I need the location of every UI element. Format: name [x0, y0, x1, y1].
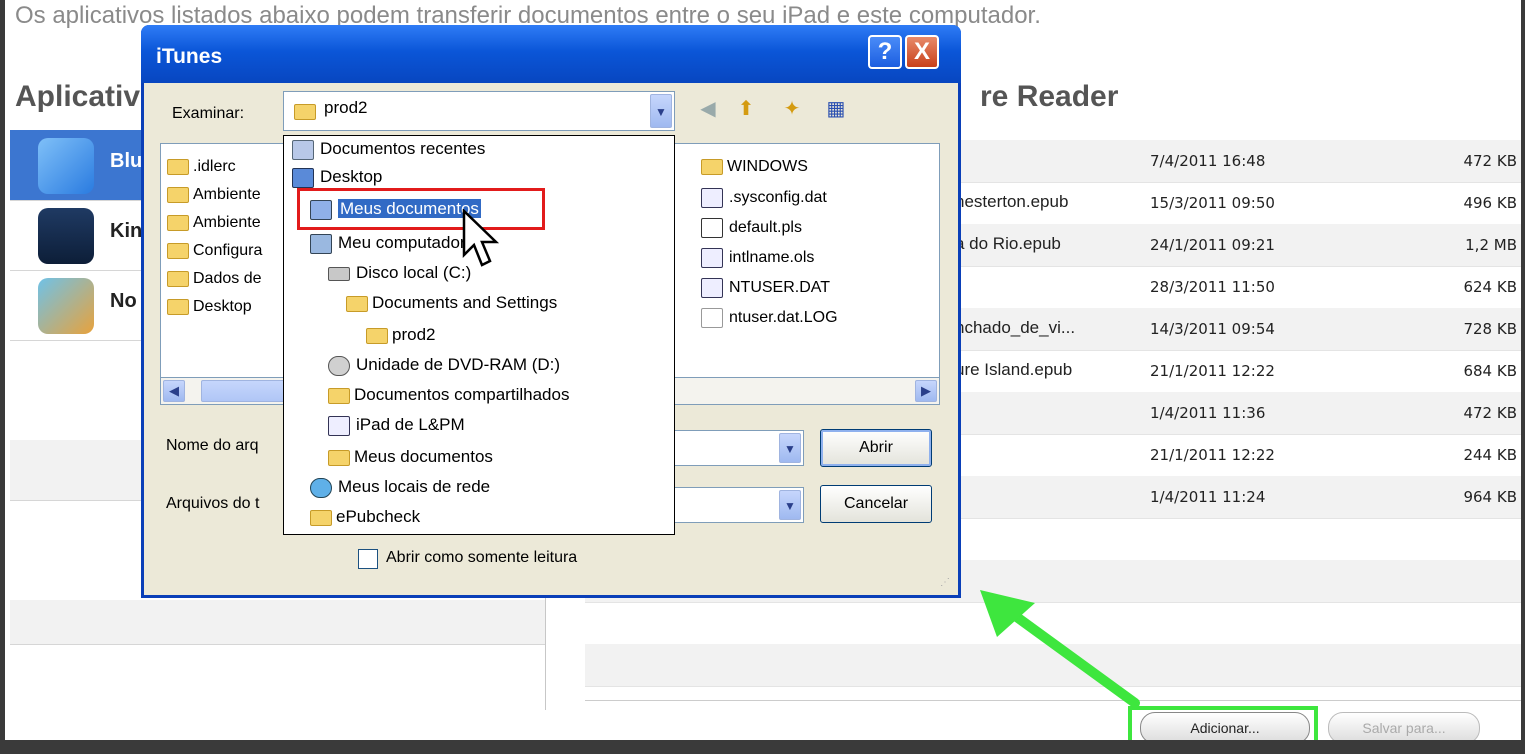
my-computer-icon	[310, 233, 332, 254]
my-documents-highlight	[297, 188, 545, 230]
dropdown-item-my-docs-shared[interactable]: Meus documentos	[328, 444, 493, 470]
folder-icon	[294, 104, 316, 120]
list-item[interactable]: WINDOWS	[701, 158, 808, 176]
mouse-cursor-icon	[462, 209, 500, 267]
file-icon	[701, 248, 723, 268]
up-folder-icon[interactable]: ⬆	[734, 97, 758, 121]
green-arrow-icon	[980, 590, 1140, 708]
chevron-down-icon[interactable]: ▼	[650, 94, 672, 128]
readonly-checkbox[interactable]	[358, 549, 378, 569]
list-item[interactable]: intlname.ols	[701, 248, 814, 268]
bluefire-reader-icon	[38, 138, 94, 194]
dropdown-item-epubcheck[interactable]: ePubcheck	[310, 504, 420, 530]
dropdown-item-recent[interactable]: Documentos recentes	[292, 136, 485, 162]
list-item[interactable]: ntuser.dat.LOG	[701, 308, 838, 328]
list-item[interactable]: .sysconfig.dat	[701, 188, 827, 208]
scroll-left-icon[interactable]: ◀	[163, 380, 185, 402]
filetype-combo[interactable]: ▼	[664, 487, 804, 523]
audio-file-icon	[701, 218, 723, 238]
dialog-title: iTunes	[156, 45, 223, 68]
dropdown-item-ipad[interactable]: iPad de L&PM	[328, 412, 465, 438]
resize-grip-icon[interactable]: ⋰	[940, 577, 954, 591]
text-file-icon	[701, 308, 723, 328]
open-file-dialog: iTunes ? X Examinar: prod2 ▼ ◀ ⬆ ✦ ▦ .id…	[141, 25, 961, 598]
scroll-thumb[interactable]	[201, 380, 291, 402]
recent-documents-icon	[292, 139, 314, 160]
file-icon	[701, 278, 723, 298]
list-item[interactable]: .idlerc	[167, 158, 236, 176]
list-item[interactable]: Ambiente	[167, 214, 261, 232]
list-item[interactable]: default.pls	[701, 218, 802, 238]
file-icon	[701, 188, 723, 208]
ipad-device-icon	[328, 415, 350, 436]
filename-label: Nome do arq	[166, 437, 259, 454]
list-item[interactable]: Desktop	[167, 298, 252, 316]
chevron-down-icon[interactable]: ▼	[779, 490, 801, 520]
folder-icon	[328, 449, 350, 466]
folder-icon	[346, 295, 368, 312]
bottom-dark-bar	[0, 740, 1525, 754]
network-places-icon	[310, 477, 332, 498]
dropdown-item-prod2[interactable]: prod2	[366, 322, 435, 348]
list-item[interactable]: Dados de	[167, 270, 262, 288]
dropdown-item-my-computer[interactable]: Meu computador	[310, 230, 466, 256]
new-folder-icon[interactable]: ✦	[780, 97, 804, 121]
notes-icon	[38, 278, 94, 334]
filename-combo[interactable]: ▼	[664, 430, 804, 466]
look-in-combo[interactable]: prod2 ▼	[283, 91, 675, 131]
filetype-label: Arquivos do t	[166, 495, 260, 512]
app-name: Blu	[110, 150, 143, 172]
app-name: No	[110, 290, 137, 312]
folder-icon	[167, 214, 189, 231]
chevron-down-icon[interactable]: ▼	[779, 433, 801, 463]
list-item[interactable]: Configura	[167, 242, 262, 260]
folder-icon	[167, 270, 189, 287]
close-button[interactable]: X	[905, 35, 939, 69]
dropdown-item-desktop[interactable]: Desktop	[292, 164, 382, 190]
folder-icon	[167, 186, 189, 203]
folder-icon	[167, 298, 189, 315]
folder-icon	[328, 387, 350, 404]
desktop-icon	[292, 167, 314, 188]
view-menu-icon[interactable]: ▦	[824, 97, 848, 121]
list-item[interactable]: NTUSER.DAT	[701, 278, 830, 298]
open-button[interactable]: Abrir	[820, 429, 932, 467]
folder-icon	[701, 158, 723, 175]
local-disk-icon	[328, 266, 350, 281]
dropdown-item-documents-settings[interactable]: Documents and Settings	[346, 290, 557, 316]
cancel-button[interactable]: Cancelar	[820, 485, 932, 523]
back-icon[interactable]: ◀	[696, 97, 720, 121]
dialog-titlebar: iTunes ? X	[141, 25, 961, 83]
dropdown-item-network[interactable]: Meus locais de rede	[310, 474, 490, 500]
dropdown-item-dvd[interactable]: Unidade de DVD-RAM (D:)	[328, 352, 560, 378]
look-in-label: Examinar:	[172, 105, 245, 122]
empty-row	[10, 600, 545, 645]
help-button[interactable]: ?	[868, 35, 902, 69]
app-name: Kin	[110, 220, 143, 242]
dropdown-item-shared-docs[interactable]: Documentos compartilhados	[328, 382, 569, 408]
list-item[interactable]: Ambiente	[167, 186, 261, 204]
readonly-label: Abrir como somente leitura	[386, 549, 578, 566]
documents-heading: re Reader	[980, 80, 1119, 113]
folder-icon	[310, 509, 332, 526]
kindle-icon	[38, 208, 94, 264]
dropdown-item-local-disk[interactable]: Disco local (C:)	[328, 260, 471, 286]
look-in-value: prod2	[324, 98, 368, 117]
folder-icon	[366, 327, 388, 344]
folder-icon	[167, 158, 189, 175]
scroll-right-icon[interactable]: ▶	[915, 380, 937, 402]
dvd-drive-icon	[328, 355, 350, 376]
folder-icon	[167, 242, 189, 259]
